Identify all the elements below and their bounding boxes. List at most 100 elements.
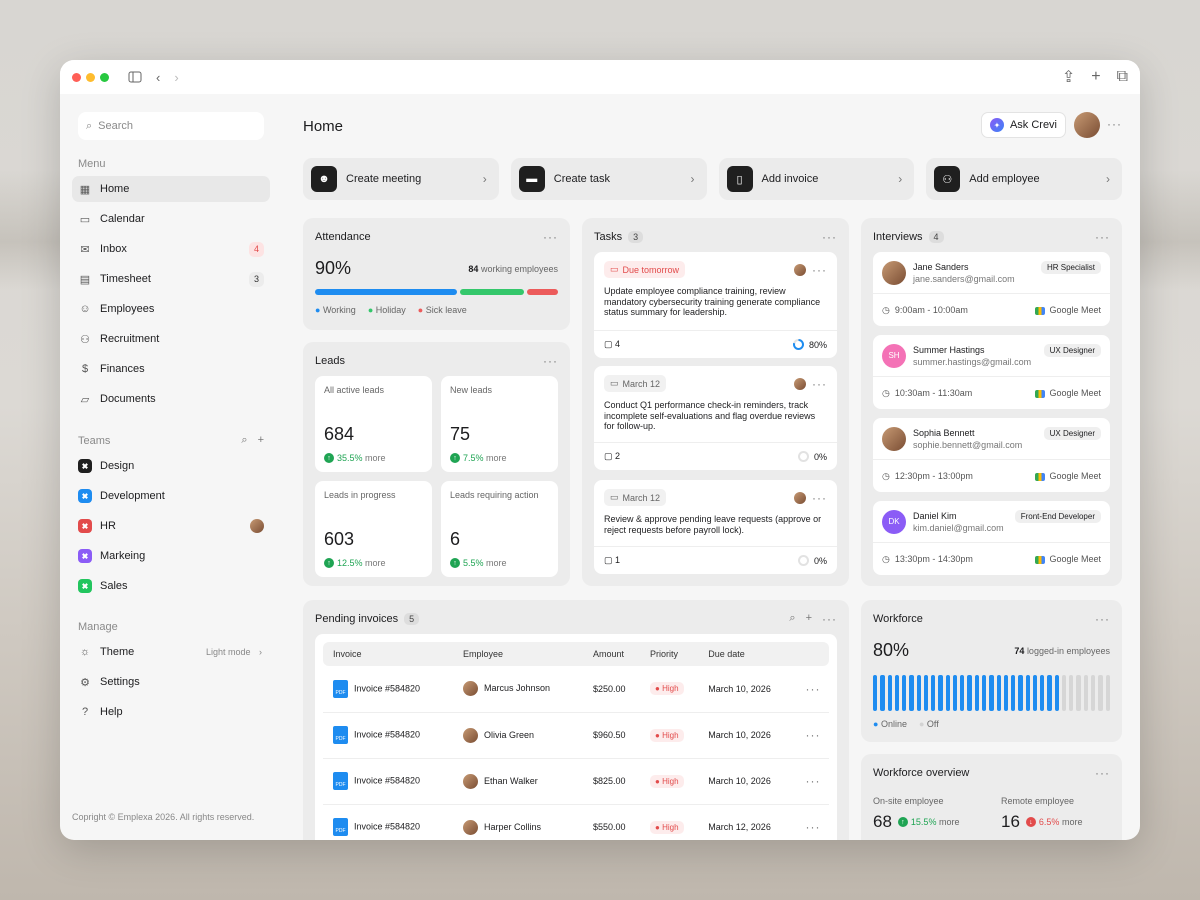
interview-card[interactable]: DK Daniel Kim kim.daniel@gmail.com Front-En… (873, 501, 1110, 575)
table-row[interactable]: PDF Invoice #584820 Marcus Johnson $250.00 ●… (323, 666, 829, 713)
share-icon[interactable]: ⇪ (1062, 67, 1075, 87)
theme-item[interactable]: ☼ Theme Light mode › (72, 639, 270, 665)
task-card[interactable]: ▭ March 12 ··· Review & approve pending lea… (594, 480, 837, 574)
task-card[interactable]: ▭ March 12 ··· Conduct Q1 performance check… (594, 366, 837, 470)
invoice-search-icon[interactable]: ⌕ (789, 612, 795, 626)
task-more-icon[interactable]: ··· (812, 377, 827, 391)
interview-card[interactable]: Jane Sanders jane.sanders@gmail.com HR Spe… (873, 252, 1110, 326)
sidebar-item-recruitment[interactable]: ⚇ Recruitment (72, 326, 270, 352)
sidebar-item-timesheet[interactable]: ▤ Timesheet 3 (72, 266, 270, 292)
row-more-icon[interactable]: ··· (805, 774, 820, 788)
invoices-more-icon[interactable]: ··· (822, 612, 837, 626)
row-more-icon[interactable]: ··· (805, 820, 820, 834)
meeting-app: Google Meet (1049, 471, 1101, 481)
add-team-icon[interactable]: + (258, 434, 264, 447)
forward-icon[interactable]: › (174, 70, 178, 85)
employee-name: Ethan Walker (484, 775, 538, 786)
search-input[interactable]: ⌕ Search (78, 112, 264, 140)
team-item-markeing[interactable]: ✖ Markeing (72, 543, 270, 569)
column-header[interactable]: Due date (698, 642, 796, 666)
lead-change: 7.5% (463, 453, 484, 463)
candidate-email: summer.hastings@gmail.com (913, 356, 1032, 367)
action-create-task[interactable]: ▬ Create task › (510, 158, 707, 200)
user-plus-icon: ⚇ (80, 333, 90, 346)
add-invoice-icon[interactable]: + (806, 612, 812, 626)
attendance-more-icon[interactable]: ··· (543, 230, 558, 244)
interview-card[interactable]: Sophia Bennett sophie.bennett@gmail.com UX… (873, 418, 1110, 492)
ask-crevi-button[interactable]: ✦ Ask Crevi (980, 112, 1066, 138)
candidate-avatar: SH (882, 343, 906, 368)
invoice-number: Invoice #584820 (354, 821, 421, 832)
user-avatar[interactable] (1074, 112, 1100, 138)
column-header[interactable]: Amount (583, 642, 640, 666)
online-bar (960, 675, 965, 711)
new-tab-icon[interactable]: + (1091, 68, 1100, 86)
candidate-email: sophie.bennett@gmail.com (913, 439, 1023, 450)
help-item[interactable]: ? Help (72, 699, 270, 725)
attendance-count: 84 (468, 263, 479, 274)
column-header[interactable]: Employee (453, 642, 584, 666)
lead-stat-card[interactable]: New leads 75 ↑ 7.5% more (441, 376, 558, 472)
task-more-icon[interactable]: ··· (812, 491, 827, 505)
task-card[interactable]: ▭ Due tomorrow ··· Update employee complian… (594, 252, 837, 358)
arrow-up-icon: ↑ (897, 817, 908, 827)
off-bar (1098, 675, 1103, 711)
action-add-employee[interactable]: ⚇ Add employee › (926, 158, 1122, 200)
leads-more-icon[interactable]: ··· (543, 354, 558, 368)
google-meet-icon (1035, 555, 1046, 564)
employee-avatar (463, 819, 479, 835)
leads-title: Leads (315, 355, 345, 367)
column-header[interactable]: Invoice (323, 642, 454, 666)
tabs-overview-icon[interactable]: ⧉ (1117, 68, 1128, 86)
tasks-more-icon[interactable]: ··· (822, 230, 837, 244)
team-item-development[interactable]: ✖ Development (72, 483, 270, 509)
team-item-sales[interactable]: ✖ Sales (72, 573, 270, 599)
overview-more-icon[interactable]: ··· (1095, 766, 1110, 780)
lead-stat-card[interactable]: All active leads 684 ↑ 35.5% more (315, 376, 432, 472)
theme-value: Light mode (205, 647, 251, 657)
team-item-hr[interactable]: ✖ HR (72, 513, 270, 539)
invoices-card: Pending invoices 5 ⌕ + ··· Invoice Employee A… (303, 600, 849, 840)
minimize-window-button[interactable] (86, 72, 95, 82)
sidebar-item-documents[interactable]: ▱ Documents (72, 386, 270, 412)
back-icon[interactable]: ‹ (156, 70, 160, 85)
table-row[interactable]: PDF Invoice #584820 Harper Collins $550.00 ●… (323, 804, 829, 840)
action-add-invoice[interactable]: ▯ Add invoice › (718, 158, 915, 200)
close-window-button[interactable] (72, 72, 81, 82)
team-icon: ✖ (78, 579, 92, 593)
task-more-icon[interactable]: ··· (812, 263, 827, 277)
sidebar-item-finances[interactable]: $ Finances (72, 356, 270, 382)
interview-card[interactable]: SH Summer Hastings summer.hastings@gmail.c… (873, 335, 1110, 409)
zoom-window-button[interactable] (100, 72, 109, 82)
team-item-design[interactable]: ✖ Design (72, 453, 270, 479)
row-more-icon[interactable]: ··· (805, 728, 820, 742)
settings-item[interactable]: ⚙ Settings (72, 669, 270, 695)
search-teams-icon[interactable]: ⌕ (241, 434, 247, 447)
sidebar-item-inbox[interactable]: ✉ Inbox 4 (72, 236, 270, 262)
row-more-icon[interactable]: ··· (805, 682, 820, 696)
table-row[interactable]: PDF Invoice #584820 Ethan Walker $825.00 ● H… (323, 758, 829, 805)
sidebar-item-home[interactable]: ▦ Home (72, 176, 270, 202)
menu-section-label: Menu (78, 158, 106, 170)
tasks-card: Tasks 3 ··· ▭ Due tomorrow ··· Update employe… (582, 218, 849, 586)
candidate-email: kim.daniel@gmail.com (913, 522, 1004, 533)
sidebar-toggle-icon[interactable] (128, 71, 142, 83)
lead-stat-card[interactable]: Leads requiring action 6 ↑ 5.5% more (441, 481, 558, 577)
sidebar-item-employees[interactable]: ☺ Employees (72, 296, 270, 322)
team-label: HR (100, 520, 116, 532)
role-badge: Front-End Developer (1014, 510, 1101, 523)
action-create-meeting[interactable]: ☻ Create meeting › (303, 158, 499, 200)
column-header[interactable]: Priority (640, 642, 699, 666)
more-icon[interactable]: ··· (1107, 117, 1122, 131)
invoice-amount: $960.50 (583, 712, 640, 759)
sidebar-item-calendar[interactable]: ▭ Calendar (72, 206, 270, 232)
workforce-more-icon[interactable]: ··· (1095, 612, 1110, 626)
mail-icon: ✉ (80, 243, 90, 256)
lead-stat-label: Leads requiring action (450, 490, 539, 500)
lead-stat-value: 603 (324, 529, 355, 549)
interviews-more-icon[interactable]: ··· (1095, 230, 1110, 244)
table-row[interactable]: PDF Invoice #584820 Olivia Green $960.50 ● H… (323, 712, 829, 759)
lead-stat-card[interactable]: Leads in progress 603 ↑ 12.5% more (315, 481, 432, 577)
task-date-tag: ▭ March 12 (604, 375, 667, 392)
role-badge: UX Designer (1043, 344, 1101, 357)
